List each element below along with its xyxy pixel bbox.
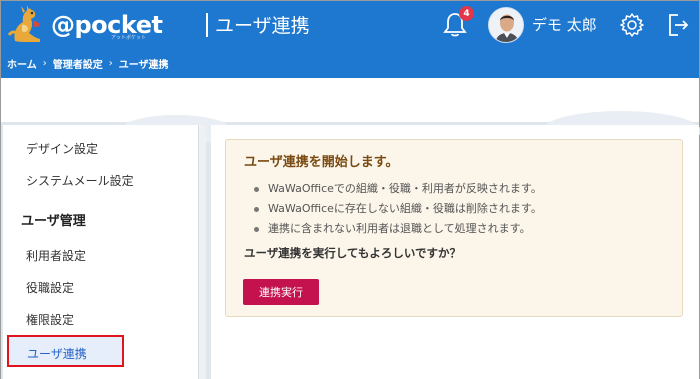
notification-badge: 4 [459, 6, 474, 21]
breadcrumb-separator: › [42, 58, 47, 69]
kangaroo-mascot-icon [7, 5, 49, 45]
breadcrumb: ホーム › 管理者設定 › ユーザ連携 [7, 56, 169, 71]
logo-subtext: アットポケット [111, 35, 147, 41]
sidebar-item-label: ユーザ連携 [27, 347, 87, 361]
sidebar-item-design-settings[interactable]: デザイン設定 [26, 140, 98, 157]
sync-notice-panel: ユーザ連携を開始します。 WaWaOfficeでの組織・役職・利用者が反映されま… [225, 139, 683, 317]
notice-bullet-list: WaWaOfficeでの組織・役職・利用者が反映されます。 WaWaOffice… [254, 179, 542, 239]
sidebar-item-system-mail-settings[interactable]: システムメール設定 [26, 172, 134, 189]
breadcrumb-admin-settings[interactable]: 管理者設定 [53, 56, 103, 71]
logout-icon[interactable] [666, 11, 690, 39]
avatar[interactable] [488, 7, 524, 43]
list-item: WaWaOfficeでの組織・役職・利用者が反映されます。 [254, 179, 542, 199]
breadcrumb-separator: › [108, 58, 113, 69]
notice-title: ユーザ連携を開始します。 [244, 155, 399, 170]
page-title: ユーザ連携 [215, 15, 310, 37]
sidebar-item-user-settings[interactable]: 利用者設定 [26, 247, 86, 264]
breadcrumb-home[interactable]: ホーム [7, 56, 37, 71]
list-item: 連携に含まれない利用者は退職として処理されます。 [254, 219, 542, 239]
title-divider [206, 13, 208, 37]
sidebar-scrollbar[interactable] [199, 125, 206, 379]
gear-icon[interactable] [619, 12, 645, 38]
sidebar-item-permission-settings[interactable]: 権限設定 [26, 311, 74, 328]
user-name[interactable]: デモ 太郎 [532, 14, 597, 35]
sidebar-item-user-sync[interactable]: ユーザ連携 [7, 335, 124, 367]
sidebar-section-user-management: ユーザ管理 [21, 214, 86, 229]
confirm-question: ユーザ連携を実行してもよろしいですか？ [244, 246, 462, 260]
app-header: @pocket アットポケット ユーザ連携 4 デモ 太郎 ホーム › 管理者設… [1, 1, 699, 78]
breadcrumb-current: ユーザ連携 [118, 60, 169, 71]
list-item: WaWaOfficeに存在しない組織・役職は削除されます。 [254, 199, 542, 219]
execute-sync-button[interactable]: 連携実行 [243, 279, 319, 305]
sidebar-item-position-settings[interactable]: 役職設定 [26, 279, 74, 296]
